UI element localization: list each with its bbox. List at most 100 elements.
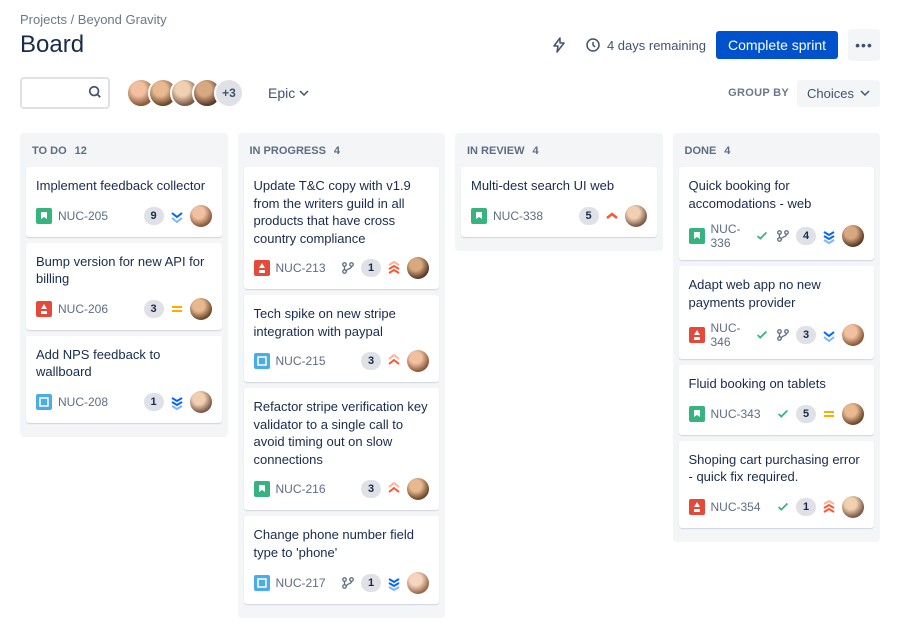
issue-key[interactable]: NUC-354: [711, 500, 761, 514]
issue-key[interactable]: NUC-343: [711, 407, 761, 421]
issue-key[interactable]: NUC-215: [276, 354, 326, 368]
assignee-avatar[interactable]: [407, 572, 429, 594]
epic-dropdown[interactable]: Epic: [260, 81, 317, 105]
branch-icon: [775, 327, 791, 343]
priority-icon: [821, 327, 837, 343]
done-check-icon: [754, 327, 770, 343]
card-title: Quick booking for accomodations - web: [689, 177, 865, 212]
story-points: 1: [361, 259, 381, 277]
issue-type-icon: [689, 327, 705, 343]
story-points: 1: [361, 574, 381, 592]
issue-type-icon: [36, 301, 52, 317]
issue-card[interactable]: Update T&C copy with v1.9 from the write…: [244, 167, 440, 289]
issue-card[interactable]: Change phone number field type to 'phone…: [244, 516, 440, 603]
story-points: 3: [144, 300, 164, 318]
assignee-avatar[interactable]: [407, 257, 429, 279]
board-column: TO DO 12 Implement feedback collector NUC…: [20, 133, 228, 437]
card-title: Fluid booking on tablets: [689, 375, 865, 393]
group-by-dropdown[interactable]: Choices: [797, 80, 880, 107]
column-name: IN REVIEW: [467, 145, 524, 157]
assignee-avatar[interactable]: [842, 403, 864, 425]
priority-icon: [821, 499, 837, 515]
issue-type-icon: [254, 481, 270, 497]
story-points: 9: [144, 207, 164, 225]
clock-icon: [585, 37, 601, 53]
assignee-avatar[interactable]: [407, 350, 429, 372]
more-actions-button[interactable]: •••: [848, 29, 880, 61]
priority-icon: [386, 575, 402, 591]
card-title: Add NPS feedback to wallboard: [36, 346, 212, 381]
story-points: 5: [796, 405, 816, 423]
branch-icon: [775, 228, 791, 244]
assignee-avatar[interactable]: [842, 225, 864, 247]
choices-label: Choices: [807, 86, 854, 101]
priority-icon: [821, 406, 837, 422]
issue-key[interactable]: NUC-336: [711, 222, 755, 250]
card-title: Change phone number field type to 'phone…: [254, 526, 430, 561]
issue-key[interactable]: NUC-338: [493, 209, 543, 223]
assignee-avatar[interactable]: [407, 478, 429, 500]
issue-key[interactable]: NUC-346: [711, 321, 755, 349]
done-check-icon: [754, 228, 770, 244]
column-count: 4: [334, 145, 340, 157]
issue-type-icon: [254, 575, 270, 591]
issue-card[interactable]: Tech spike on new stripe integration wit…: [244, 295, 440, 382]
issue-card[interactable]: Refactor stripe verification key validat…: [244, 388, 440, 510]
priority-icon: [169, 301, 185, 317]
assignee-avatar[interactable]: [842, 496, 864, 518]
issue-key[interactable]: NUC-206: [58, 302, 108, 316]
story-points: 3: [361, 352, 381, 370]
issue-card[interactable]: Implement feedback collector NUC-205 9: [26, 167, 222, 237]
issue-key[interactable]: NUC-216: [276, 482, 326, 496]
issue-key[interactable]: NUC-205: [58, 209, 108, 223]
issue-key[interactable]: NUC-213: [276, 261, 326, 275]
story-points: 4: [796, 227, 816, 245]
branch-icon: [340, 575, 356, 591]
page-title: Board: [20, 31, 84, 59]
card-title: Bump version for new API for billing: [36, 253, 212, 288]
breadcrumb[interactable]: Projects / Beyond Gravity: [20, 12, 880, 27]
card-title: Multi-dest search UI web: [471, 177, 647, 195]
issue-type-icon: [689, 499, 705, 515]
card-title: Adapt web app no new payments provider: [689, 276, 865, 311]
issue-card[interactable]: Shoping cart purchasing error - quick fi…: [679, 441, 875, 528]
search-input-wrap[interactable]: [20, 77, 110, 109]
issue-key[interactable]: NUC-208: [58, 395, 108, 409]
assignee-avatar[interactable]: [190, 298, 212, 320]
priority-icon: [169, 208, 185, 224]
issue-type-icon: [689, 406, 705, 422]
issue-key[interactable]: NUC-217: [276, 576, 326, 590]
chevron-down-icon: [299, 88, 309, 98]
issue-card[interactable]: Multi-dest search UI web NUC-338 5: [461, 167, 657, 237]
column-name: IN PROGRESS: [250, 145, 326, 157]
search-icon: [88, 85, 102, 102]
assignee-filter[interactable]: +3: [126, 78, 244, 108]
complete-sprint-button[interactable]: Complete sprint: [716, 31, 838, 59]
automation-icon[interactable]: [543, 29, 575, 61]
assignee-avatar[interactable]: [190, 205, 212, 227]
card-title: Tech spike on new stripe integration wit…: [254, 305, 430, 340]
time-remaining: 4 days remaining: [585, 37, 706, 53]
assignee-avatar[interactable]: [625, 205, 647, 227]
issue-card[interactable]: Quick booking for accomodations - web NU…: [679, 167, 875, 260]
time-remaining-text: 4 days remaining: [607, 38, 706, 53]
issue-card[interactable]: Add NPS feedback to wallboard NUC-208 1: [26, 336, 222, 423]
board-column: IN REVIEW4 Multi-dest search UI web NUC-…: [455, 133, 663, 251]
column-count: 12: [75, 145, 87, 157]
board-column: IN PROGRESS 4 Update T&C copy with v1.9 f…: [238, 133, 446, 618]
issue-type-icon: [36, 208, 52, 224]
epic-label: Epic: [268, 85, 295, 101]
priority-icon: [386, 260, 402, 276]
issue-card[interactable]: Adapt web app no new payments provider N…: [679, 266, 875, 359]
card-title: Implement feedback collector: [36, 177, 212, 195]
column-count: 4: [724, 145, 730, 157]
avatar-more[interactable]: +3: [214, 78, 244, 108]
story-points: 1: [796, 498, 816, 516]
assignee-avatar[interactable]: [190, 391, 212, 413]
issue-card[interactable]: Fluid booking on tablets NUC-343 5: [679, 365, 875, 435]
column-name: TO DO: [32, 145, 67, 157]
issue-card[interactable]: Bump version for new API for billing NUC…: [26, 243, 222, 330]
done-check-icon: [775, 406, 791, 422]
assignee-avatar[interactable]: [842, 324, 864, 346]
group-by-label: Group by: [728, 87, 789, 99]
